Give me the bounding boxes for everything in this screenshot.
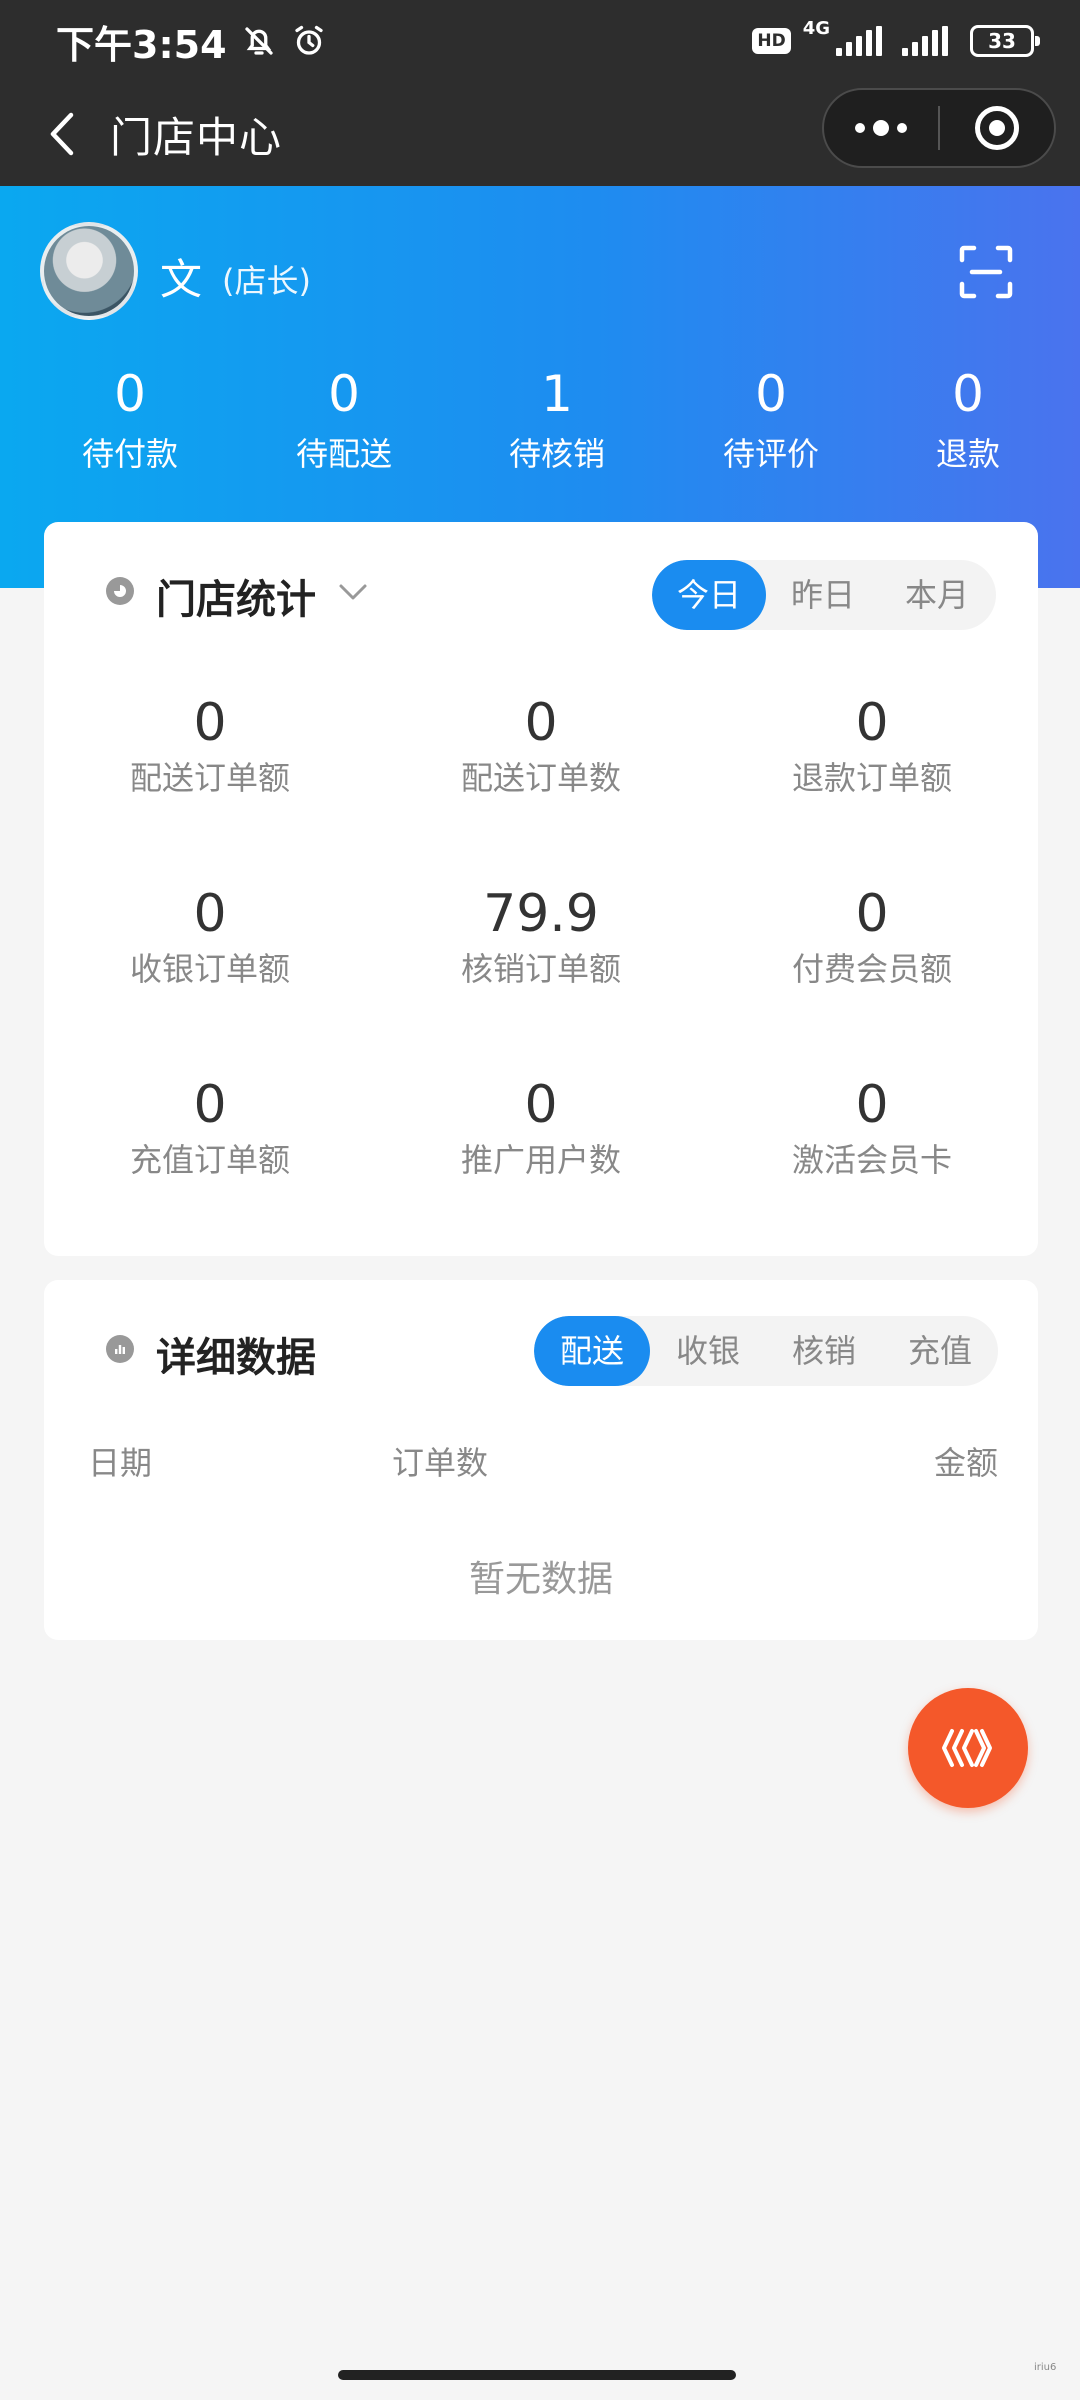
stat-cell: 0 配送订单额 <box>60 692 360 800</box>
order-stat-value: 0 <box>952 365 984 423</box>
stat-cell: 0 配送订单数 <box>391 692 691 800</box>
alarm-clock-icon <box>291 23 327 59</box>
hd-badge: HD <box>752 28 791 54</box>
stat-cell: 0 退款订单额 <box>722 692 1022 800</box>
stat-value: 0 <box>524 1075 558 1135</box>
stat-value: 0 <box>524 693 558 753</box>
home-indicator[interactable] <box>338 2370 736 2380</box>
period-tabs: 今日 昨日 本月 <box>652 560 996 630</box>
chevron-down-icon[interactable] <box>338 582 368 606</box>
page-title: 门店中心 <box>110 112 283 162</box>
order-stat-label: 待评价 <box>722 435 819 473</box>
order-stat-pending-delivery[interactable]: 0 待配送 <box>264 364 424 476</box>
order-stat-pending-review[interactable]: 0 待评价 <box>691 364 851 476</box>
chevron-left-icon <box>50 112 74 156</box>
battery-level: 33 <box>988 29 1016 53</box>
empty-state: 暂无数据 <box>468 1559 613 1600</box>
mini-program-capsule <box>822 88 1056 168</box>
detail-tabs: 配送 收银 核销 充值 <box>534 1316 998 1386</box>
back-button[interactable] <box>32 104 92 164</box>
status-left: 下午3:54 <box>56 14 327 69</box>
order-stat-value: 0 <box>755 365 787 423</box>
column-order-count: 订单数 <box>392 1444 489 1482</box>
order-stat-value: 0 <box>114 365 146 423</box>
tab-delivery[interactable]: 配送 <box>534 1316 650 1386</box>
tab-cashier[interactable]: 收银 <box>650 1316 766 1386</box>
bell-muted-icon <box>241 23 277 59</box>
order-stat-refund[interactable]: 0 退款 <box>888 364 1048 476</box>
bar-chart-icon <box>106 1335 134 1363</box>
stat-cell: 0 推广用户数 <box>391 1074 691 1182</box>
stat-value: 0 <box>193 693 227 753</box>
tab-verification[interactable]: 核销 <box>766 1316 882 1386</box>
stat-cell: 0 付费会员额 <box>722 883 1022 991</box>
more-button[interactable] <box>824 90 938 166</box>
card-header: 详细数据 配送 收银 核销 充值 <box>44 1280 1038 1420</box>
stat-label: 配送订单额 <box>129 759 290 797</box>
close-button[interactable] <box>940 90 1054 166</box>
stat-label: 核销订单额 <box>460 950 621 988</box>
order-stats: 0 待付款 0 待配送 1 待核销 0 待评价 0 退款 <box>0 364 1080 494</box>
store-stats-card: 门店统计 今日 昨日 本月 0 配送订单额 0 配送订单数 0 退款订单额 0 … <box>44 522 1038 1256</box>
avatar[interactable] <box>40 222 138 320</box>
stripes-logo-icon <box>942 1729 992 1767</box>
status-right: HD 4G 33 <box>752 20 1040 57</box>
stat-value: 0 <box>855 1075 889 1135</box>
signal-icon <box>902 26 948 56</box>
order-stat-pending-payment[interactable]: 0 待付款 <box>50 364 210 476</box>
pie-chart-icon <box>106 577 134 605</box>
order-stat-value: 1 <box>541 365 573 423</box>
more-dots-icon <box>855 120 907 136</box>
order-stat-label: 待核销 <box>508 435 605 473</box>
status-bar: 下午3:54 HD 4G 33 <box>0 0 1080 82</box>
scan-icon <box>959 245 1013 299</box>
column-amount: 金额 <box>933 1444 998 1482</box>
floating-action-button[interactable] <box>908 1688 1028 1808</box>
card-header: 门店统计 今日 昨日 本月 <box>44 522 1038 662</box>
tab-recharge[interactable]: 充值 <box>882 1316 998 1386</box>
stat-label: 配送订单数 <box>460 759 621 797</box>
stat-label: 收银订单额 <box>129 950 290 988</box>
tab-this-month[interactable]: 本月 <box>880 560 994 630</box>
stat-value: 79.9 <box>483 884 599 944</box>
stat-label: 推广用户数 <box>460 1141 621 1179</box>
signal-icon <box>836 26 882 56</box>
stat-value: 0 <box>193 884 227 944</box>
status-time: 下午3:54 <box>56 22 227 67</box>
tab-today[interactable]: 今日 <box>652 560 766 630</box>
order-stat-label: 退款 <box>935 435 1000 473</box>
stat-label: 退款订单额 <box>791 759 952 797</box>
stat-label: 激活会员卡 <box>791 1141 952 1179</box>
stat-cell: 0 收银订单额 <box>60 883 360 991</box>
stat-value: 0 <box>855 693 889 753</box>
stat-label: 付费会员额 <box>791 950 952 988</box>
watermark: iriu6 <box>1034 2362 1057 2373</box>
stat-cell: 0 充值订单额 <box>60 1074 360 1182</box>
stat-cell: 0 激活会员卡 <box>722 1074 1022 1182</box>
target-circle-icon <box>975 106 1019 150</box>
order-stat-pending-verification[interactable]: 1 待核销 <box>477 364 637 476</box>
battery-icon: 33 <box>970 25 1040 57</box>
user-role: (店长) <box>222 262 311 300</box>
stat-cell: 79.9 核销订单额 <box>391 883 691 991</box>
user-name: 文 <box>160 255 203 304</box>
column-date: 日期 <box>88 1444 153 1482</box>
order-stat-label: 待配送 <box>295 435 392 473</box>
order-stat-label: 待付款 <box>81 435 178 473</box>
detail-data-card: 详细数据 配送 收银 核销 充值 日期 订单数 金额 暂无数据 <box>44 1280 1038 1640</box>
scan-button[interactable] <box>958 244 1014 300</box>
network-type: 4G <box>802 18 830 39</box>
tab-yesterday[interactable]: 昨日 <box>766 560 880 630</box>
detail-data-title: 详细数据 <box>156 1335 316 1381</box>
store-stats-title[interactable]: 门店统计 <box>156 567 316 625</box>
nav-bar: 门店中心 <box>0 82 1080 186</box>
stat-value: 0 <box>193 1075 227 1135</box>
stat-value: 0 <box>855 884 889 944</box>
order-stat-value: 0 <box>328 365 360 423</box>
stat-label: 充值订单额 <box>129 1141 290 1179</box>
